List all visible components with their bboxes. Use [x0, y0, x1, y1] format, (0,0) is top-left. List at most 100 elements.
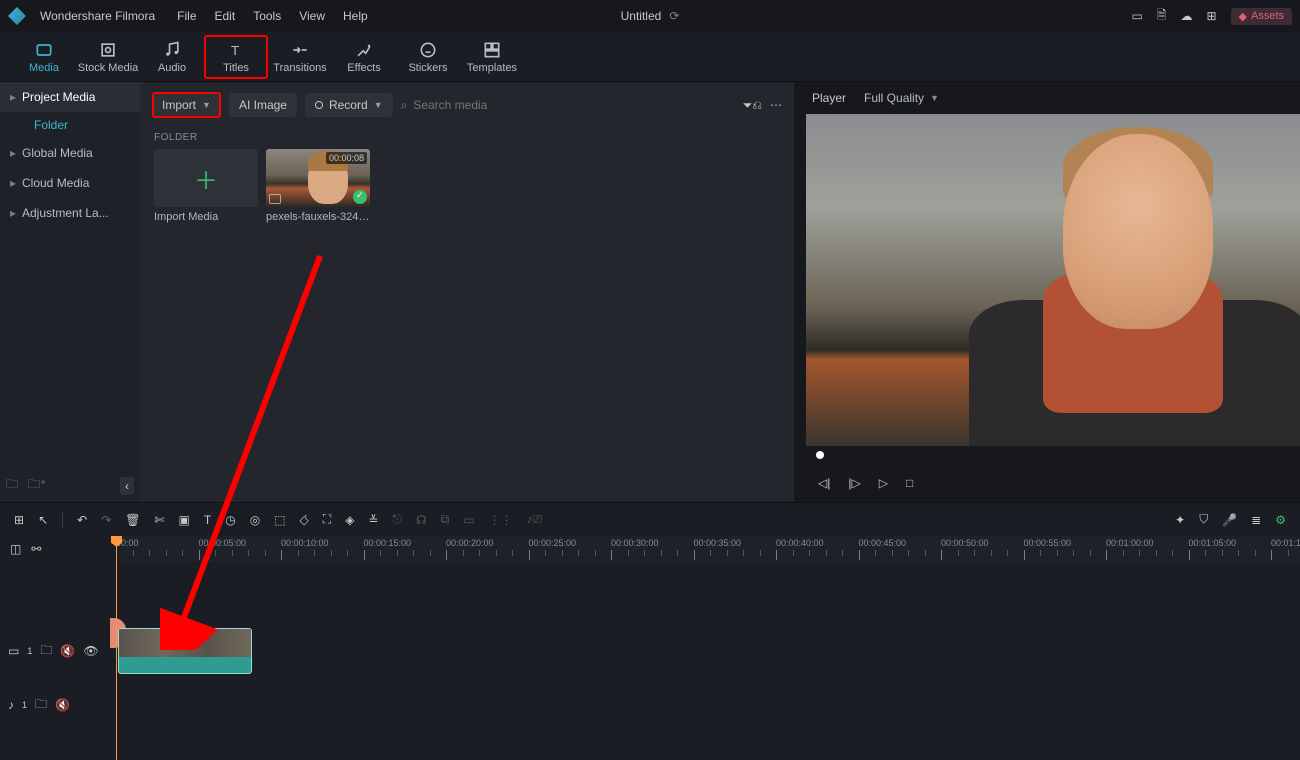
pointer-icon[interactable]: ↖: [38, 513, 48, 527]
lock-icon[interactable]: 🗀: [40, 641, 52, 662]
tab-titles[interactable]: T Titles: [204, 35, 268, 79]
svg-text:T: T: [231, 43, 239, 58]
undo-icon[interactable]: ↶: [77, 513, 87, 527]
play-icon[interactable]: ▷: [879, 476, 888, 490]
player-scrubber[interactable]: [806, 446, 1300, 464]
tab-stickers[interactable]: Stickers: [396, 32, 460, 81]
collapse-sidebar-icon[interactable]: ‹: [120, 477, 134, 495]
sidebar-project-media[interactable]: ▸Project Media: [0, 82, 140, 112]
media-clip-thumb[interactable]: 00:00:08 pexels-fauxels-324993...: [266, 149, 370, 223]
audio-track-icon: ♪: [8, 698, 14, 712]
marker2-icon[interactable]: ⛉: [1199, 512, 1208, 527]
menu-view[interactable]: View: [299, 9, 325, 23]
menu-file[interactable]: File: [177, 9, 196, 23]
timeline-layers-icon[interactable]: ◫: [10, 542, 21, 556]
visibility-icon[interactable]: 👁: [83, 644, 98, 658]
titlebar: Wondershare Filmora File Edit Tools View…: [0, 0, 1300, 32]
grid-icon[interactable]: ⊞: [14, 513, 24, 527]
group-icon[interactable]: ⧉: [441, 512, 450, 527]
video-track-icon: ▭: [8, 644, 19, 658]
clip-duration: 00:00:08: [326, 152, 367, 164]
timecode-label: 00:00:25:00: [529, 538, 577, 548]
sync-icon[interactable]: ⟳: [669, 9, 679, 23]
settings-icon[interactable]: ⚙: [1275, 513, 1286, 527]
video-track[interactable]: pexels-fauxels-3249935-3840...: [116, 624, 1300, 678]
tab-templates[interactable]: Templates: [460, 32, 524, 81]
menu-edit[interactable]: Edit: [215, 9, 236, 23]
video-type-icon: [269, 194, 281, 204]
stock-media-icon: [98, 40, 118, 60]
save-icon[interactable]: 🗎: [1157, 6, 1167, 27]
timeline-clip[interactable]: pexels-fauxels-3249935-3840...: [118, 628, 252, 674]
sidebar-global-media[interactable]: ▸Global Media: [0, 138, 140, 168]
mixer-icon[interactable]: ♪⎚: [527, 512, 543, 527]
more-icon[interactable]: ⋯: [770, 98, 782, 112]
new-bin-icon[interactable]: 🗀⁺: [28, 475, 46, 496]
cloud-icon[interactable]: ☁: [1180, 9, 1192, 23]
timecode-label: 00:00:20:00: [446, 538, 494, 548]
stickers-icon: [418, 40, 438, 60]
import-button[interactable]: Import ▼: [152, 92, 221, 118]
mute-icon[interactable]: 🔇: [60, 644, 75, 658]
delete-icon[interactable]: 🗑: [125, 513, 140, 527]
detach-audio-icon[interactable]: ⎋: [392, 512, 402, 527]
new-folder-icon[interactable]: 🗀: [6, 475, 18, 496]
auto-beat-icon[interactable]: ⋮⋮: [489, 513, 513, 527]
marker-icon[interactable]: ▭: [463, 513, 474, 527]
playhead[interactable]: [116, 536, 117, 760]
timeline-toolbar: ⊞ ↖ ↶ ↷ 🗑 ✄ ▣ T ◷ ◎ ⬚ ◇̇ ⛶ ◈ ≚ ⎋ ☊ ⧉ ▭ ⋮…: [0, 502, 1300, 536]
quality-selector[interactable]: Full Quality▼: [864, 91, 939, 105]
screen-record-icon[interactable]: ▭: [1131, 9, 1142, 23]
menu-tools[interactable]: Tools: [253, 9, 281, 23]
timecode-label: 00:00:55:00: [1024, 538, 1072, 548]
redo-icon[interactable]: ↷: [101, 513, 111, 527]
tab-media[interactable]: Media: [12, 32, 76, 81]
main-menu: File Edit Tools View Help: [177, 9, 368, 23]
lock-icon[interactable]: 🗀: [35, 695, 47, 716]
record-button[interactable]: Record ▼: [305, 93, 393, 117]
player-panel: Player Full Quality▼ ◁| |▷ ▷ □: [794, 82, 1300, 502]
mic-icon[interactable]: 🎤: [1222, 513, 1237, 527]
sidebar-cloud-media[interactable]: ▸Cloud Media: [0, 168, 140, 198]
mask-icon[interactable]: ◈: [345, 513, 354, 527]
voice-icon[interactable]: ☊: [416, 513, 427, 527]
audio-track[interactable]: [116, 678, 1300, 732]
folder-header: FOLDER: [154, 132, 780, 143]
timeline-link-icon[interactable]: ⚯: [31, 542, 41, 556]
prev-frame-icon[interactable]: ◁|: [818, 476, 830, 490]
preview-viewport[interactable]: [806, 114, 1300, 446]
color-icon[interactable]: ◎: [250, 513, 260, 527]
next-frame-icon[interactable]: |▷: [848, 476, 860, 490]
search-input[interactable]: [413, 98, 660, 112]
transform-icon[interactable]: ⬚: [274, 513, 285, 527]
timeline-ruler[interactable]: 00:0000:00:05:0000:00:10:0000:00:15:0000…: [116, 536, 1300, 562]
ai-icon[interactable]: ✦: [1175, 513, 1185, 527]
ai-image-button[interactable]: AI Image: [229, 93, 297, 117]
chevron-down-icon: ▼: [374, 100, 383, 110]
tab-transitions[interactable]: Transitions: [268, 32, 332, 81]
timecode-label: 00:00:05:00: [199, 538, 247, 548]
sidebar-adjustment-layer[interactable]: ▸Adjustment La...: [0, 198, 140, 228]
mute-icon[interactable]: 🔇: [55, 698, 70, 712]
video-track-header[interactable]: ▭1 🗀 🔇 👁: [0, 624, 116, 678]
crop-icon[interactable]: ▣: [179, 513, 190, 527]
tab-audio[interactable]: Audio: [140, 32, 204, 81]
import-media-tile[interactable]: ＋ Import Media: [154, 149, 258, 223]
tab-effects[interactable]: Effects: [332, 32, 396, 81]
menu-help[interactable]: Help: [343, 9, 368, 23]
mixer2-icon[interactable]: ≣: [1251, 513, 1261, 527]
filter-icon[interactable]: ⏷⎌: [743, 98, 762, 113]
keyframe-icon[interactable]: ◇̇: [300, 513, 309, 527]
audio-track-header[interactable]: ♪1 🗀 🔇: [0, 678, 116, 732]
cut-icon[interactable]: ✄: [154, 513, 164, 527]
tab-stock-media[interactable]: Stock Media: [76, 32, 140, 81]
speed-icon[interactable]: ◷: [225, 513, 235, 527]
stop-icon[interactable]: □: [906, 476, 913, 490]
text-icon[interactable]: T: [204, 513, 211, 527]
adjust-icon[interactable]: ≚: [368, 513, 378, 527]
assets-button[interactable]: ◆ Assets: [1231, 8, 1292, 25]
fit-icon[interactable]: ⛶: [323, 512, 331, 527]
apps-icon[interactable]: ⊞: [1206, 9, 1216, 23]
timeline-canvas[interactable]: 00:0000:00:05:0000:00:10:0000:00:15:0000…: [116, 536, 1300, 760]
sidebar-folder[interactable]: Folder: [0, 112, 140, 138]
